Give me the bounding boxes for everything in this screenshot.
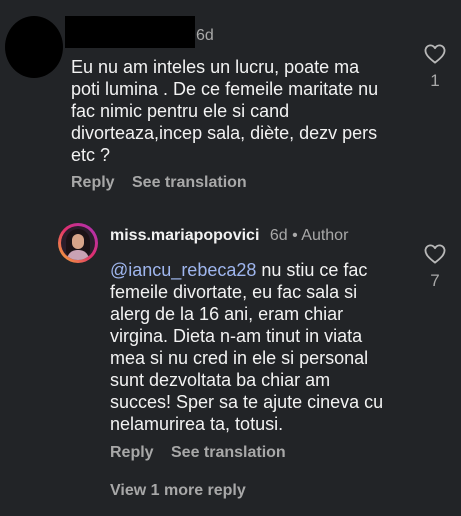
view-more-replies-button[interactable]: View 1 more reply	[110, 482, 246, 500]
see-translation-button[interactable]: See translation	[132, 174, 247, 192]
comment-text: Eu nu am inteles un lucru, poate ma poti…	[71, 57, 379, 165]
comment-text: @iancu_rebeca28 nu stiu ce fac femeile d…	[110, 259, 410, 435]
reply-button[interactable]: Reply	[110, 444, 154, 462]
heart-outline-icon[interactable]	[424, 44, 446, 64]
avatar-redacted[interactable]	[5, 16, 63, 78]
comment-header: miss.mariapopovici 6d • Author	[110, 227, 348, 245]
separator: •	[292, 227, 298, 244]
comment-time: 6d	[196, 27, 214, 44]
like-count: 1	[430, 71, 440, 90]
heart-outline-icon[interactable]	[424, 244, 446, 264]
username[interactable]: miss.mariapopovici	[110, 227, 259, 244]
comment-body: nu stiu ce fac femeile divortate, eu fac…	[110, 260, 384, 434]
mention-link[interactable]: @iancu_rebeca28	[110, 260, 256, 280]
see-translation-button[interactable]: See translation	[171, 444, 286, 462]
comment-time: 6d	[269, 227, 288, 244]
author-badge: Author	[301, 227, 349, 244]
username-redacted[interactable]	[65, 16, 195, 48]
reply-button[interactable]: Reply	[71, 174, 115, 192]
avatar[interactable]	[58, 223, 98, 263]
like-count: 7	[430, 271, 440, 290]
avatar-photo	[61, 226, 95, 260]
